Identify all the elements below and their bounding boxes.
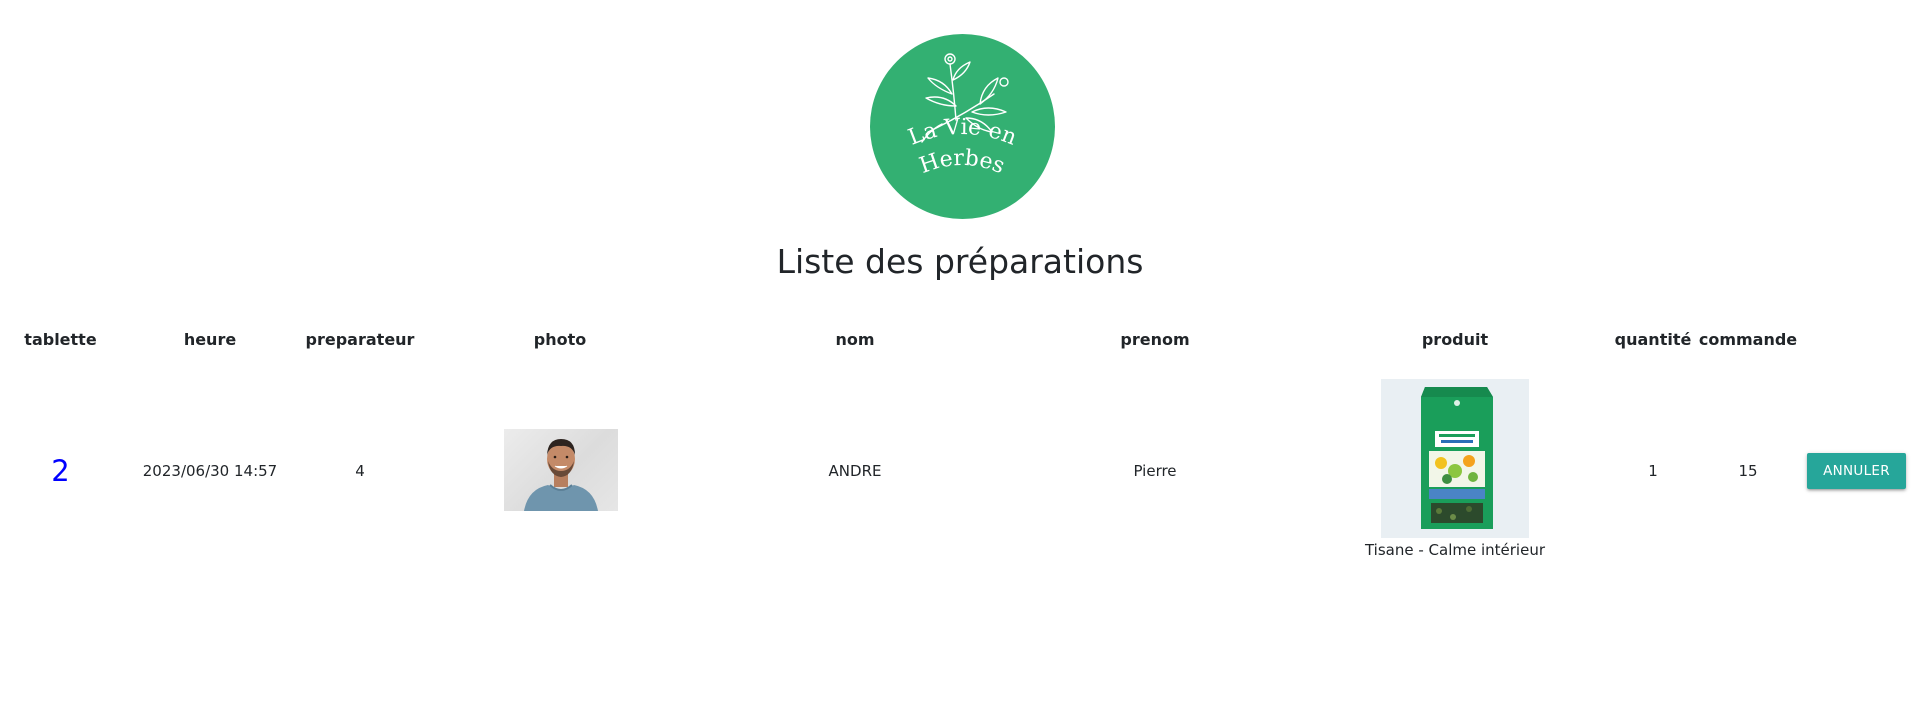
header-produit: produit [1421, 330, 1489, 349]
cell-produit: Tisane - Calme intérieur [1364, 541, 1546, 559]
herb-branch-icon: La Vie en Herbes [905, 53, 1020, 179]
header-commande: commande [1698, 330, 1798, 349]
cell-nom: ANDRE [828, 462, 882, 480]
cell-preparateur: 4 [355, 462, 365, 480]
brand-logo: La Vie en Herbes [870, 34, 1055, 219]
tea-package-icon [1381, 379, 1529, 538]
header-quantite: quantité [1614, 330, 1692, 349]
header-photo: photo [533, 330, 587, 349]
tablet-link[interactable]: 2 [20, 451, 101, 491]
page: La Vie en Herbes Liste des préparations … [0, 0, 1920, 703]
header-nom: nom [835, 330, 875, 349]
header-prenom: prenom [1120, 330, 1190, 349]
cancel-button[interactable]: ANNULER [1807, 453, 1906, 489]
page-title: Liste des préparations [776, 242, 1144, 281]
svg-text:La Vie en: La Vie en [905, 115, 1020, 151]
product-image [1381, 379, 1529, 538]
cell-commande: 15 [1738, 462, 1758, 480]
header-preparateur: preparateur [305, 330, 415, 349]
svg-text:Herbes: Herbes [916, 146, 1008, 179]
cell-quantite: 1 [1648, 462, 1658, 480]
person-photo-icon [524, 439, 598, 511]
cell-prenom: Pierre [1133, 462, 1177, 480]
header-heure: heure [183, 330, 237, 349]
header-tablette: tablette [24, 330, 97, 349]
cell-heure: 2023/06/30 14:57 [142, 462, 278, 480]
person-photo [504, 429, 618, 511]
